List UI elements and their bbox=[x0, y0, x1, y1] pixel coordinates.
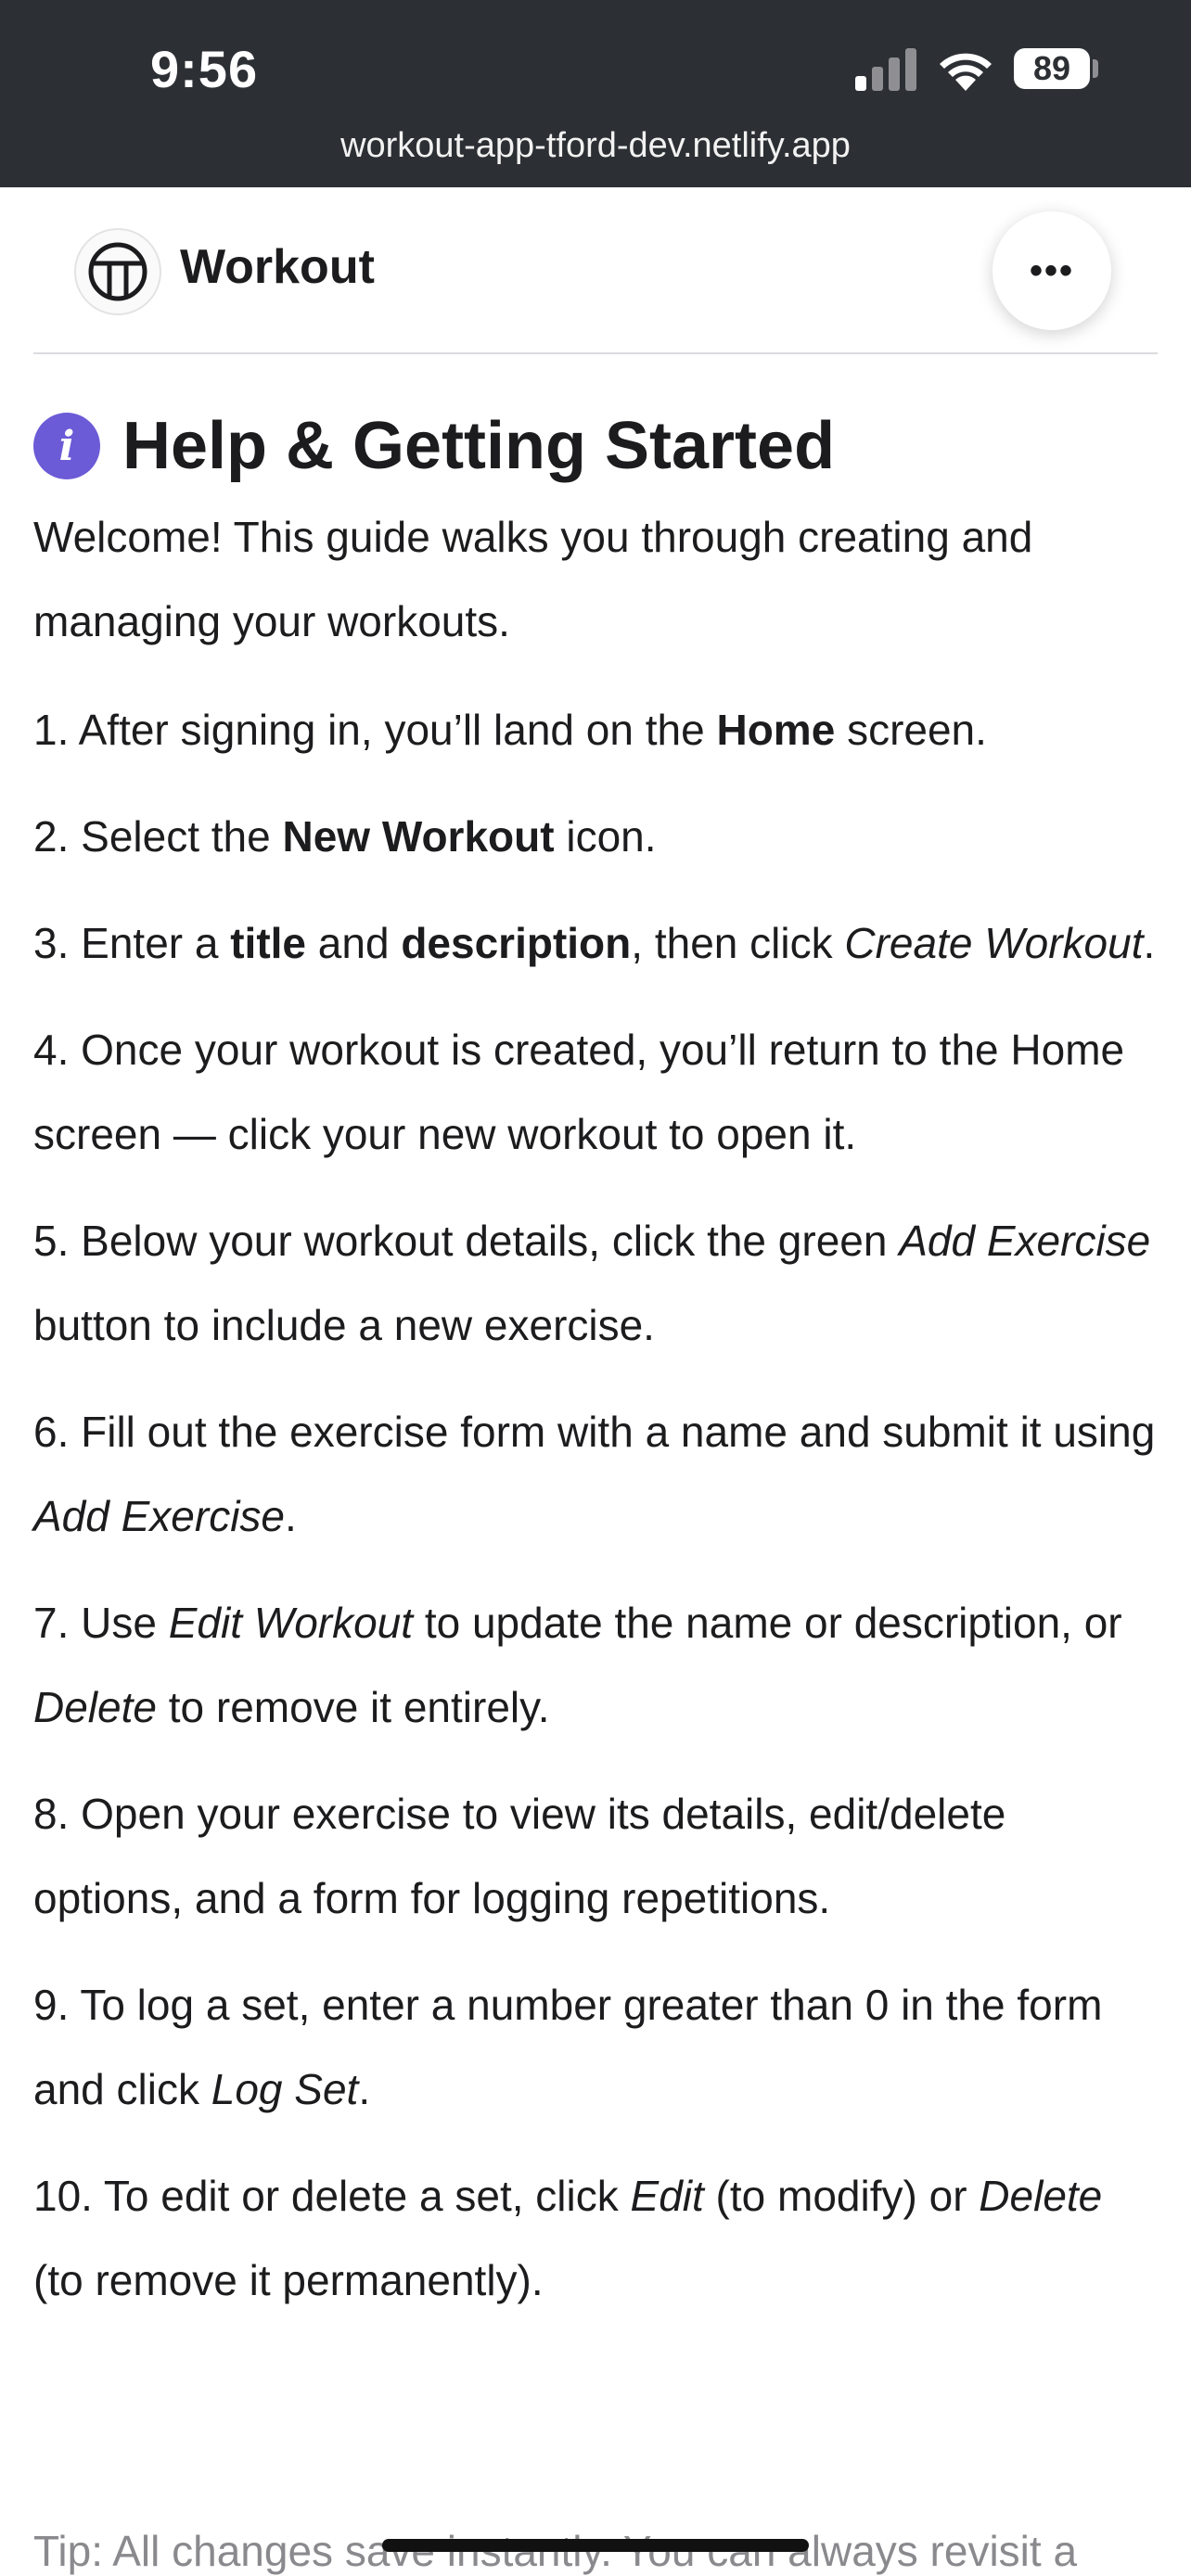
step-text-segment: 9. To log a set, enter a number greater … bbox=[33, 1981, 1103, 2113]
step-text-segment: . bbox=[285, 1492, 297, 1540]
steps-list: 1. After signing in, you’ll land on the … bbox=[33, 688, 1158, 2323]
step-text-segment: Delete bbox=[33, 1683, 157, 1731]
step-text-segment: 5. Below your workout details, click the… bbox=[33, 1217, 900, 1265]
step-text-segment: to update the name or description, or bbox=[413, 1599, 1122, 1647]
globe-logo-icon bbox=[88, 242, 147, 301]
help-step: 3. Enter a title and description, then c… bbox=[33, 901, 1158, 986]
header-divider bbox=[33, 352, 1158, 354]
step-text-segment: Edit bbox=[630, 2172, 704, 2220]
step-text-segment: Log Set bbox=[211, 2065, 359, 2113]
help-step: 7. Use Edit Workout to update the name o… bbox=[33, 1581, 1158, 1750]
step-text-segment: Add Exercise bbox=[33, 1492, 286, 1540]
step-text-segment: Create Workout bbox=[844, 919, 1144, 967]
help-content: i Help & Getting Started Welcome! This g… bbox=[33, 408, 1158, 2345]
step-text-segment: Delete bbox=[979, 2172, 1103, 2220]
app-header: Workout ••• bbox=[0, 187, 1191, 354]
intro-text: Welcome! This guide walks you through cr… bbox=[33, 513, 1033, 645]
step-text-segment: (to modify) or bbox=[703, 2172, 980, 2220]
page-title: Help & Getting Started bbox=[122, 409, 836, 483]
info-icon: i bbox=[33, 413, 100, 479]
help-step: 9. To log a set, enter a number greater … bbox=[33, 1963, 1158, 2132]
step-text-segment: screen. bbox=[835, 706, 987, 754]
url-bar[interactable]: workout-app-tford-dev.netlify.app bbox=[0, 126, 1191, 166]
step-text-segment: 1. After signing in, you’ll land on the bbox=[33, 706, 717, 754]
help-step: 4. Once your workout is created, you’ll … bbox=[33, 1008, 1158, 1177]
help-step: 10. To edit or delete a set, click Edit … bbox=[33, 2154, 1158, 2323]
step-text-segment: New Workout bbox=[282, 812, 555, 861]
battery-indicator: 89 bbox=[1014, 48, 1090, 89]
home-indicator[interactable] bbox=[382, 2539, 809, 2552]
step-text-segment: (to remove it permanently). bbox=[33, 2256, 544, 2304]
step-text-segment: button to include a new exercise. bbox=[33, 1301, 655, 1349]
app-title[interactable]: Workout bbox=[180, 239, 375, 295]
step-text-segment: 6. Fill out the exercise form with a nam… bbox=[33, 1408, 1156, 1456]
step-text-segment: , then click bbox=[631, 919, 845, 967]
step-text-segment: Add Exercise bbox=[899, 1217, 1151, 1265]
help-step: 6. Fill out the exercise form with a nam… bbox=[33, 1390, 1158, 1559]
help-step: 1. After signing in, you’ll land on the … bbox=[33, 688, 1158, 772]
step-text-segment: and bbox=[306, 919, 402, 967]
step-text-segment: . bbox=[358, 2065, 371, 2113]
step-text-segment: 3. Enter a bbox=[33, 919, 231, 967]
more-menu-button[interactable]: ••• bbox=[992, 211, 1111, 330]
step-text-segment: Home bbox=[716, 706, 836, 754]
battery-nub bbox=[1093, 59, 1098, 78]
help-step: 5. Below your workout details, click the… bbox=[33, 1199, 1158, 1368]
step-text-segment: . bbox=[1143, 919, 1156, 967]
step-text-segment: Edit Workout bbox=[168, 1599, 414, 1647]
step-text-segment: to remove it entirely. bbox=[156, 1683, 550, 1731]
step-text-segment: 8. Open your exercise to view its detail… bbox=[33, 1790, 1006, 1922]
step-text-segment: icon. bbox=[554, 812, 657, 861]
step-text-segment: title bbox=[230, 919, 307, 967]
step-text-segment: description bbox=[401, 919, 632, 967]
help-step: 2. Select the New Workout icon. bbox=[33, 795, 1158, 879]
app-logo-icon[interactable] bbox=[74, 228, 161, 315]
step-text-segment: 7. Use bbox=[33, 1599, 169, 1647]
step-text-segment: 10. To edit or delete a set, click bbox=[33, 2172, 631, 2220]
step-text-segment: 4. Once your workout is created, you’ll … bbox=[33, 1026, 1125, 1158]
status-time: 9:56 bbox=[150, 40, 259, 98]
ellipsis-icon: ••• bbox=[1029, 249, 1074, 291]
help-heading: i Help & Getting Started bbox=[33, 408, 1158, 484]
help-step: 8. Open your exercise to view its detail… bbox=[33, 1772, 1158, 1941]
status-bar: 9:56 89 workout-app-tford-dev.netlify.ap… bbox=[0, 0, 1191, 187]
wifi-icon bbox=[940, 53, 992, 91]
step-text-segment: 2. Select the bbox=[33, 812, 283, 861]
cellular-signal-icon bbox=[855, 48, 916, 91]
